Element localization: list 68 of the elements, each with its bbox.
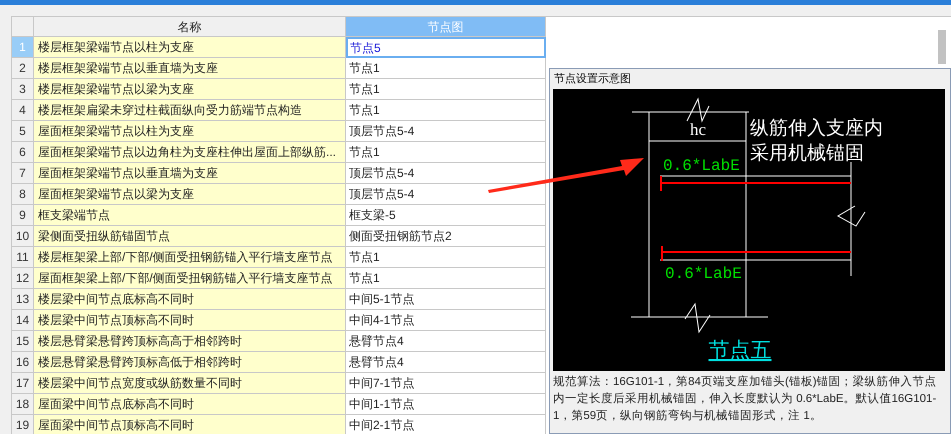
row-number[interactable]: 4 — [12, 100, 34, 121]
row-number[interactable]: 13 — [12, 289, 34, 310]
row-number[interactable]: 11 — [12, 247, 34, 268]
table-cell: 楼层悬臂梁悬臂跨顶标高低于相邻跨时 — [34, 352, 346, 373]
table-cell: 屋面梁中间节点顶标高不同时 — [34, 415, 346, 434]
table-cell[interactable]: 中间2-1节点 — [346, 415, 546, 434]
table-cell[interactable]: 节点1 — [346, 142, 546, 163]
row-number[interactable]: 2 — [12, 58, 34, 79]
table-cell[interactable]: 节点1 — [346, 79, 546, 100]
row-number[interactable]: 8 — [12, 184, 34, 205]
row-number[interactable]: 15 — [12, 331, 34, 352]
table-cell: 梁侧面受扭纵筋锚固节点 — [34, 226, 346, 247]
table-cell: 屋面梁中间节点底标高不同时 — [34, 394, 346, 415]
row-number[interactable]: 14 — [12, 310, 34, 331]
row-number[interactable]: 5 — [12, 121, 34, 142]
note-text: 采用机械锚固 — [750, 143, 864, 164]
table-cell[interactable]: 悬臂节点4 — [346, 331, 546, 352]
row-number[interactable]: 9 — [12, 205, 34, 226]
table-cell[interactable]: 中间7-1节点 — [346, 373, 546, 394]
table-cell: 框支梁端节点 — [34, 205, 346, 226]
table-cell: 楼层框架梁上部/下部/侧面受扭钢筋锚入平行墙支座节点 — [34, 247, 346, 268]
table-cell: 楼层梁中间节点底标高不同时 — [34, 289, 346, 310]
table-cell: 楼层框架梁端节点以垂直墙为支座 — [34, 58, 346, 79]
scrollbar-thumb[interactable] — [938, 30, 946, 64]
table-cell: 屋面框架梁端节点以柱为支座 — [34, 121, 346, 142]
table-cell: 屋面框架梁端节点以梁为支座 — [34, 184, 346, 205]
table-cell: 屋面框架梁端节点以垂直墙为支座 — [34, 163, 346, 184]
table-cell[interactable]: 顶层节点5-4 — [346, 184, 546, 205]
row-number[interactable]: 3 — [12, 79, 34, 100]
name-column-header[interactable]: 名称 — [34, 17, 346, 37]
break-symbol — [686, 97, 710, 123]
table-cell[interactable]: 悬臂节点4 — [346, 352, 546, 373]
table-cell[interactable]: 节点1 — [346, 247, 546, 268]
panel-title: 节点设置示意图 — [553, 72, 631, 87]
table-cell: 楼层框架梁端节点以柱为支座 — [34, 37, 346, 58]
table-cell[interactable]: 节点1 — [346, 100, 546, 121]
table-cell[interactable]: 侧面受扭钢筋节点2 — [346, 226, 546, 247]
table-cell: 屋面框架梁端节点以边角柱为支座柱伸出屋面上部纵筋... — [34, 142, 346, 163]
diagram-caption: 节点五 — [708, 339, 772, 362]
table-cell: 楼层框架扁梁未穿过柱截面纵向受力筋端节点构造 — [34, 100, 346, 121]
row-number[interactable]: 7 — [12, 163, 34, 184]
table-cell[interactable]: 框支梁-5 — [346, 205, 546, 226]
table-cell: 屋面框架梁上部/下部/侧面受扭钢筋锚入平行墙支座节点 — [34, 268, 346, 289]
table-cell[interactable]: 节点1 — [346, 268, 546, 289]
table-cell[interactable]: 顶层节点5-4 — [346, 163, 546, 184]
note-text: 纵筋伸入支座内 — [750, 118, 883, 139]
row-number[interactable]: 17 — [12, 373, 34, 394]
break-symbol — [684, 302, 710, 334]
row-number[interactable]: 12 — [12, 268, 34, 289]
table-cell[interactable]: 顶层节点5-4 — [346, 121, 546, 142]
dimension-label: hc — [690, 120, 706, 139]
table-cell: 楼层框架梁端节点以梁为支座 — [34, 79, 346, 100]
table-cell: 楼层梁中间节点顶标高不同时 — [34, 310, 346, 331]
table-cell[interactable]: 节点1 — [346, 58, 546, 79]
table-cell[interactable]: 中间1-1节点 — [346, 394, 546, 415]
break-symbol — [837, 206, 866, 227]
row-number[interactable]: 18 — [12, 394, 34, 415]
table-cell: 楼层梁中间节点宽度或纵筋数量不同时 — [34, 373, 346, 394]
table-cell[interactable]: 节点5 — [346, 37, 546, 58]
anchor-length-label: 0.6*LabE — [663, 157, 740, 175]
anchor-length-label: 0.6*LabE — [665, 265, 742, 283]
table-cell: 楼层悬臂梁悬臂跨顶标高高于相邻跨时 — [34, 331, 346, 352]
row-number[interactable]: 6 — [12, 142, 34, 163]
row-number[interactable]: 16 — [12, 352, 34, 373]
description-text: 规范算法：16G101-1，第84页端支座加锚头(锚板)锚固；梁纵筋伸入节点内一定长度后采用机械锚固，伸入长度默认为 0.6*LabE。默认值16G101-1，第59页，纵向钢筋弯钩与机械锚固形式，注 1。 — [553, 374, 938, 424]
table-cell[interactable]: 中间4-1节点 — [346, 310, 546, 331]
row-number[interactable]: 10 — [12, 226, 34, 247]
table-cell[interactable]: 中间5-1节点 — [346, 289, 546, 310]
